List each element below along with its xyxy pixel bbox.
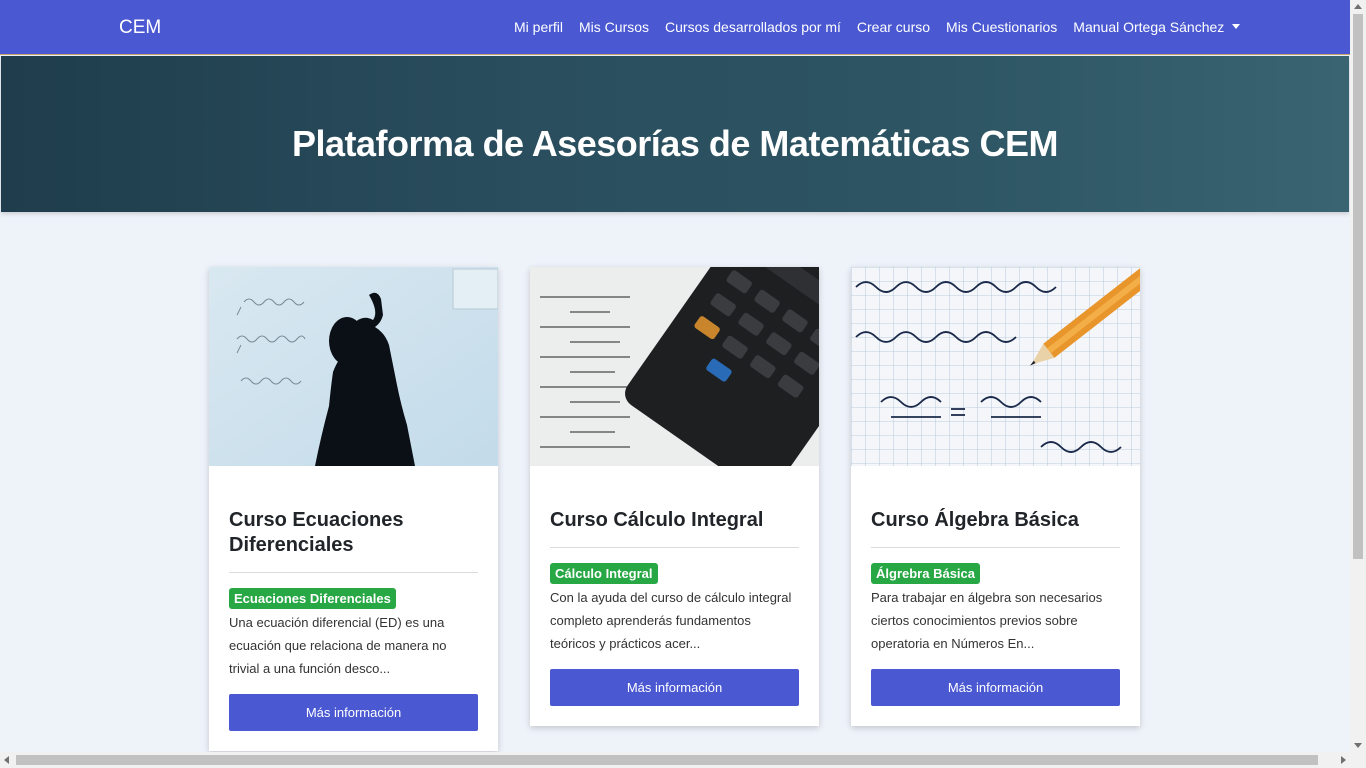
scroll-up-icon[interactable] bbox=[1354, 4, 1362, 9]
nav-link-mis-cuestionarios[interactable]: Mis Cuestionarios bbox=[946, 19, 1057, 35]
nav-link-mis-cursos[interactable]: Mis Cursos bbox=[579, 19, 649, 35]
card-body: Curso Ecuaciones Diferenciales Ecuacione… bbox=[209, 466, 498, 751]
course-title: Curso Cálculo Integral bbox=[550, 509, 764, 531]
top-navbar: CEM Mi perfil Mis Cursos Cursos desarrol… bbox=[0, 0, 1350, 55]
scroll-left-icon[interactable] bbox=[4, 756, 9, 764]
course-description: Una ecuación diferencial (ED) es una ecu… bbox=[229, 615, 447, 676]
course-description: Para trabajar en álgebra son necesarios … bbox=[871, 590, 1103, 651]
more-info-button[interactable]: Más información bbox=[229, 694, 478, 731]
course-description: Con la ayuda del curso de cálculo integr… bbox=[550, 590, 792, 651]
divider bbox=[229, 572, 478, 573]
course-title: Curso Ecuaciones Diferenciales bbox=[229, 509, 404, 556]
scrollbar-corner bbox=[1350, 752, 1366, 768]
vertical-scroll-thumb[interactable] bbox=[1353, 14, 1363, 559]
nav-link-mi-perfil[interactable]: Mi perfil bbox=[514, 19, 563, 35]
course-card-algebra: Curso Álgebra Básica Álgrebra Básica Par… bbox=[851, 267, 1140, 726]
horizontal-scroll-thumb[interactable] bbox=[16, 755, 1318, 765]
vertical-scrollbar[interactable] bbox=[1350, 0, 1366, 752]
divider bbox=[871, 547, 1120, 548]
user-name: Manual Ortega Sánchez bbox=[1073, 19, 1225, 35]
scroll-right-icon[interactable] bbox=[1341, 756, 1346, 764]
course-image-ecuaciones bbox=[209, 267, 498, 466]
page-title: Plataforma de Asesorías de Matemáticas C… bbox=[292, 123, 1058, 164]
course-image-algebra bbox=[851, 267, 1140, 466]
course-card-ecuaciones: Curso Ecuaciones Diferenciales Ecuacione… bbox=[209, 267, 498, 751]
course-title: Curso Álgebra Básica bbox=[871, 509, 1079, 531]
divider bbox=[550, 547, 799, 548]
scroll-down-icon[interactable] bbox=[1354, 743, 1362, 748]
nav-link-cursos-desarrollados[interactable]: Cursos desarrollados por mí bbox=[665, 19, 841, 35]
caret-down-icon bbox=[1232, 24, 1241, 29]
nav-links: Mi perfil Mis Cursos Cursos desarrollado… bbox=[514, 19, 1241, 35]
horizontal-scrollbar[interactable] bbox=[0, 752, 1350, 768]
nav-link-crear-curso[interactable]: Crear curso bbox=[857, 19, 930, 35]
course-image-calculo bbox=[530, 267, 819, 466]
user-menu-dropdown[interactable]: Manual Ortega Sánchez bbox=[1073, 19, 1241, 35]
category-badge: Álgrebra Básica bbox=[871, 563, 980, 584]
more-info-button[interactable]: Más información bbox=[550, 669, 799, 706]
card-body: Curso Álgebra Básica Álgrebra Básica Par… bbox=[851, 466, 1140, 726]
card-body: Curso Cálculo Integral Cálculo Integral … bbox=[530, 466, 819, 726]
brand-logo[interactable]: CEM bbox=[119, 17, 161, 39]
category-badge: Cálculo Integral bbox=[550, 563, 658, 584]
more-info-button[interactable]: Más información bbox=[871, 669, 1120, 706]
hero-banner: Plataforma de Asesorías de Matemáticas C… bbox=[1, 56, 1349, 212]
course-card-calculo: Curso Cálculo Integral Cálculo Integral … bbox=[530, 267, 819, 726]
category-badge: Ecuaciones Diferenciales bbox=[229, 588, 396, 609]
